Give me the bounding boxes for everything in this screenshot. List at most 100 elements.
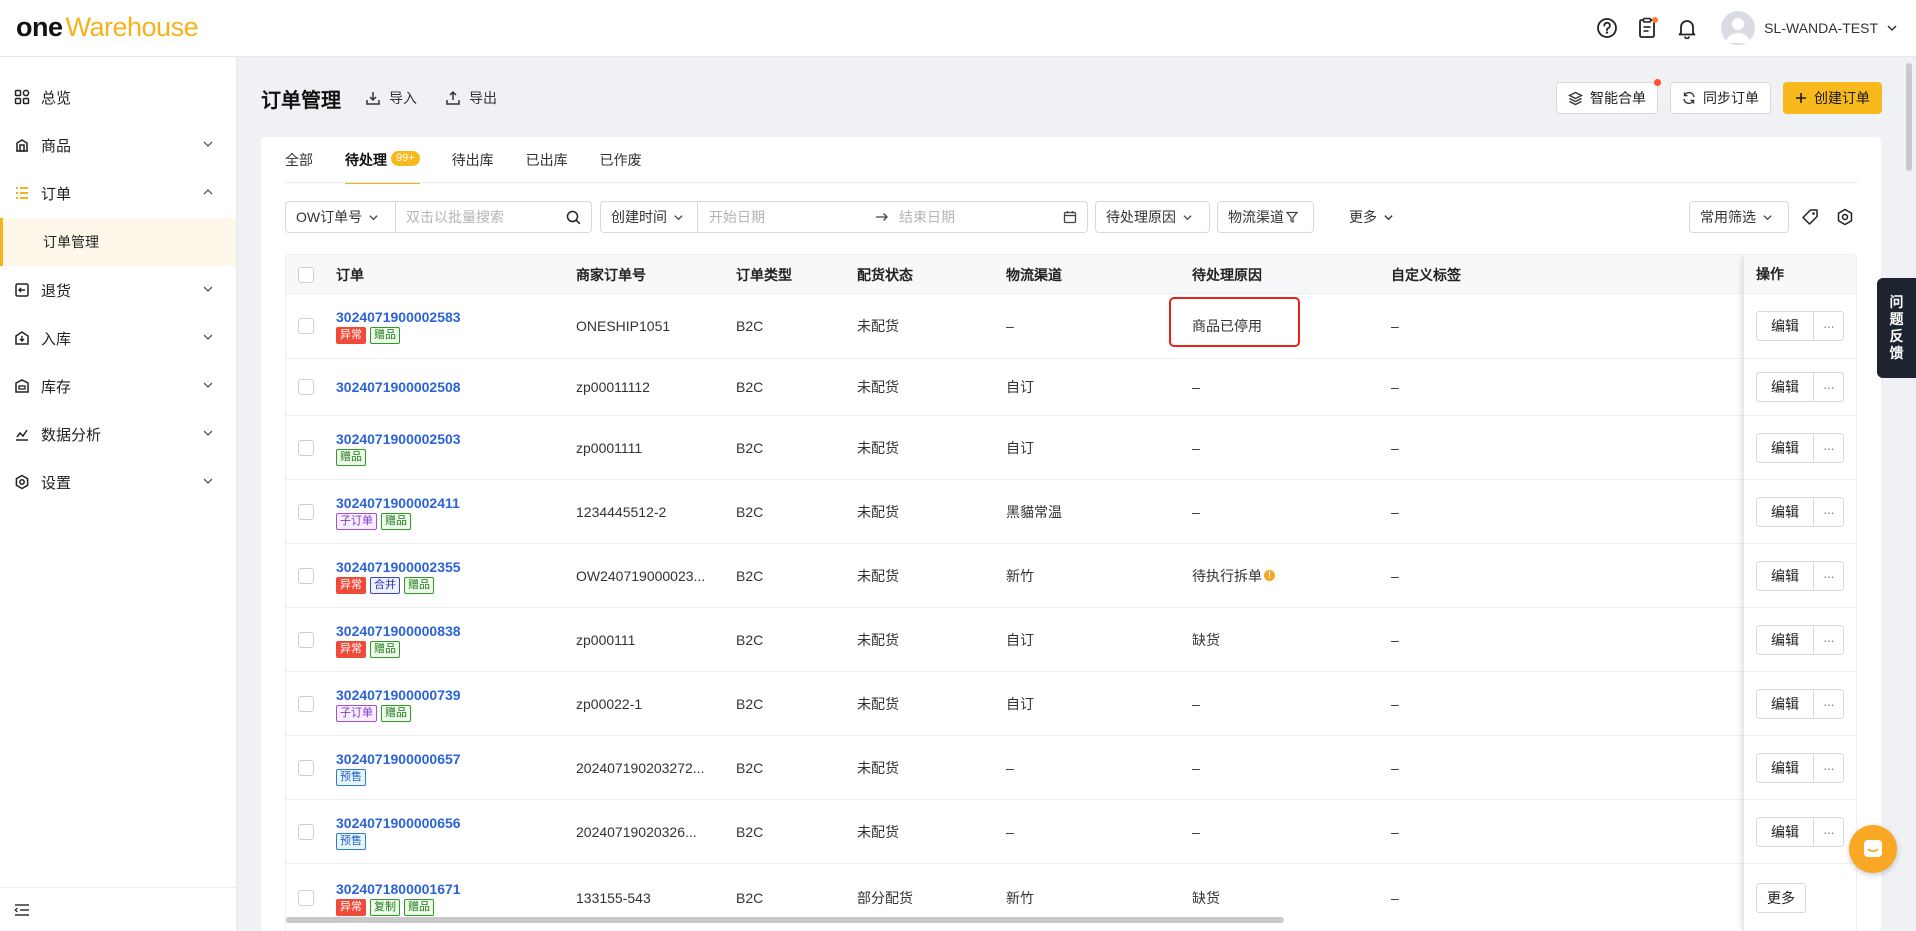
import-button[interactable]: 导入 [365, 88, 417, 108]
table-row[interactable]: 3024071900000838 异常 赠品 zp000111 B2C 未配货 自订 缺货 – [286, 608, 1856, 672]
more-filters-button[interactable]: 更多 [1349, 201, 1394, 233]
more-actions-icon[interactable]: ··· [1814, 560, 1844, 591]
order-number-link[interactable]: 3024071900002355 [336, 558, 461, 576]
order-number-link[interactable]: 3024071900002411 [336, 494, 460, 512]
sidebar-item-overview[interactable]: 总览 [0, 73, 236, 121]
more-actions-icon[interactable]: ··· [1814, 816, 1844, 847]
tab-pending[interactable]: 待处理 99+ [345, 137, 420, 184]
more-actions-icon[interactable]: ··· [1814, 688, 1844, 719]
search-icon[interactable] [566, 210, 581, 225]
table-row[interactable]: 3024071900002355 异常 合并 赠品 OW240719000023... B… [286, 544, 1856, 608]
logistics-channel-filter[interactable]: 物流渠道 [1217, 201, 1314, 233]
edit-button[interactable]: 编辑 [1756, 688, 1814, 719]
more-actions-icon[interactable]: ··· [1814, 432, 1844, 463]
order-number-link[interactable]: 3024071900002508 [336, 378, 461, 396]
tab-voided[interactable]: 已作废 [600, 137, 642, 183]
sidebar-item-order-management[interactable]: 订单管理 [0, 218, 236, 266]
chat-support-button[interactable] [1849, 825, 1897, 873]
common-filter-select[interactable]: 常用筛选 [1689, 201, 1789, 233]
row-checkbox[interactable] [298, 294, 314, 358]
row-checkbox[interactable] [298, 480, 314, 543]
row-checkbox[interactable] [298, 800, 314, 863]
edit-button[interactable]: 编辑 [1756, 624, 1814, 655]
table-row[interactable]: 3024071900000657 预售 202407190203272... B2C 未… [286, 736, 1856, 800]
table-row[interactable]: 3024071900002583 异常 赠品 ONESHIP1051 B2C 未配货 – 商品… [286, 294, 1856, 359]
col-logistics-channel[interactable]: 物流渠道 [1006, 255, 1062, 294]
pending-reason-select[interactable]: 待处理原因 [1095, 201, 1210, 233]
order-number-link[interactable]: 3024071800001671 [336, 880, 461, 898]
col-merchant-order[interactable]: 商家订单号 [576, 255, 646, 294]
sidebar-item-goods[interactable]: 商品 [0, 121, 236, 169]
more-actions-icon[interactable]: ··· [1814, 496, 1844, 527]
table-row[interactable]: 3024071900000739 子订单 赠品 zp00022-1 B2C 未配货 自订 – – [286, 672, 1856, 736]
edit-button[interactable]: 编辑 [1756, 752, 1814, 783]
table-row[interactable]: 3024071900000656 预售 20240719020326... B2C 未配… [286, 800, 1856, 864]
collapse-menu-icon[interactable] [13, 901, 31, 919]
order-number-link[interactable]: 3024071900000657 [336, 750, 461, 768]
chat-icon [1864, 840, 1882, 857]
select-all-checkbox[interactable] [298, 255, 314, 294]
col-pending-reason[interactable]: 待处理原因 [1192, 255, 1262, 294]
smart-merge-button[interactable]: 智能合单 [1556, 79, 1661, 114]
row-checkbox[interactable] [298, 416, 314, 479]
sidebar-item-settings[interactable]: 设置 [0, 458, 236, 506]
order-number-link[interactable]: 3024071900000739 [336, 686, 461, 704]
column-settings-icon[interactable] [1836, 201, 1854, 233]
end-date-input[interactable]: 结束日期 [899, 207, 1063, 227]
edit-button[interactable]: 编辑 [1756, 311, 1814, 341]
table-row[interactable]: 3024071900002503 赠品 zp0001111 B2C 未配货 自订 – – [286, 416, 1856, 480]
order-number-link[interactable]: 3024071900000656 [336, 814, 461, 832]
row-checkbox[interactable] [298, 359, 314, 415]
user-menu[interactable]: SL-WANDA-TEST [1721, 11, 1898, 45]
sidebar-item-inventory[interactable]: 库存 [0, 362, 236, 410]
edit-button[interactable]: 编辑 [1756, 432, 1814, 463]
edit-button[interactable]: 编辑 [1756, 372, 1814, 402]
tab-shipped[interactable]: 已出库 [526, 137, 568, 183]
tag-icon[interactable] [1801, 201, 1819, 233]
order-number-link[interactable]: 3024071900000838 [336, 622, 461, 640]
tab-to-ship[interactable]: 待出库 [452, 137, 494, 183]
info-icon[interactable]: ! [1264, 570, 1275, 581]
more-actions-icon[interactable]: ··· [1814, 372, 1844, 402]
edit-button[interactable]: 编辑 [1756, 496, 1814, 527]
sidebar-item-orders[interactable]: 订单 [0, 169, 236, 217]
horizontal-scrollbar[interactable] [286, 917, 1284, 923]
table-row[interactable]: 3024071900002508 zp00011112 B2C 未配货 自订 – – [286, 359, 1856, 416]
more-actions-icon[interactable]: ··· [1814, 311, 1844, 341]
logistics-channel-cell-text: 新竹 [1006, 889, 1034, 906]
sync-orders-button[interactable]: 同步订单 [1670, 82, 1771, 114]
create-order-button[interactable]: 创建订单 [1783, 82, 1882, 114]
order-number-link[interactable]: 3024071900002503 [336, 430, 461, 448]
bell-icon[interactable] [1667, 8, 1707, 48]
more-button[interactable]: 更多 [1756, 882, 1806, 913]
row-checkbox[interactable] [298, 608, 314, 671]
search-input[interactable]: 双击以批量搜索 [396, 202, 591, 232]
vertical-scrollbar[interactable] [1906, 63, 1912, 171]
app-logo[interactable]: one Warehouse [16, 12, 199, 42]
clipboard-icon[interactable] [1627, 8, 1667, 48]
order-number-link[interactable]: 3024071900002583 [336, 308, 461, 326]
col-order[interactable]: 订单 [336, 255, 364, 294]
row-checkbox[interactable] [298, 544, 314, 607]
col-order-type[interactable]: 订单类型 [736, 255, 792, 294]
more-actions-icon[interactable]: ··· [1814, 752, 1844, 783]
row-checkbox[interactable] [298, 672, 314, 735]
more-actions-icon[interactable]: ··· [1814, 624, 1844, 655]
help-icon[interactable] [1587, 8, 1627, 48]
calendar-icon[interactable] [1063, 210, 1077, 224]
col-custom-tags[interactable]: 自定义标签 [1391, 255, 1461, 294]
sidebar-item-analytics[interactable]: 数据分析 [0, 410, 236, 458]
edit-button[interactable]: 编辑 [1756, 816, 1814, 847]
export-button[interactable]: 导出 [445, 88, 497, 108]
sidebar-item-returns[interactable]: 退货 [0, 266, 236, 314]
tab-all[interactable]: 全部 [285, 137, 313, 183]
row-checkbox[interactable] [298, 736, 314, 799]
edit-button[interactable]: 编辑 [1756, 560, 1814, 591]
start-date-input[interactable]: 开始日期 [709, 207, 875, 227]
table-row[interactable]: 3024071900002411 子订单 赠品 1234445512-2 B2C 未配货 黑… [286, 480, 1856, 544]
sidebar-item-inbound[interactable]: 入库 [0, 314, 236, 362]
time-type-select[interactable]: 创建时间 [601, 202, 697, 232]
feedback-tab[interactable]: 问 题 反 馈 [1877, 278, 1916, 378]
col-allocation-status[interactable]: 配货状态 [857, 255, 913, 294]
order-type-select[interactable]: OW订单号 [286, 202, 395, 232]
